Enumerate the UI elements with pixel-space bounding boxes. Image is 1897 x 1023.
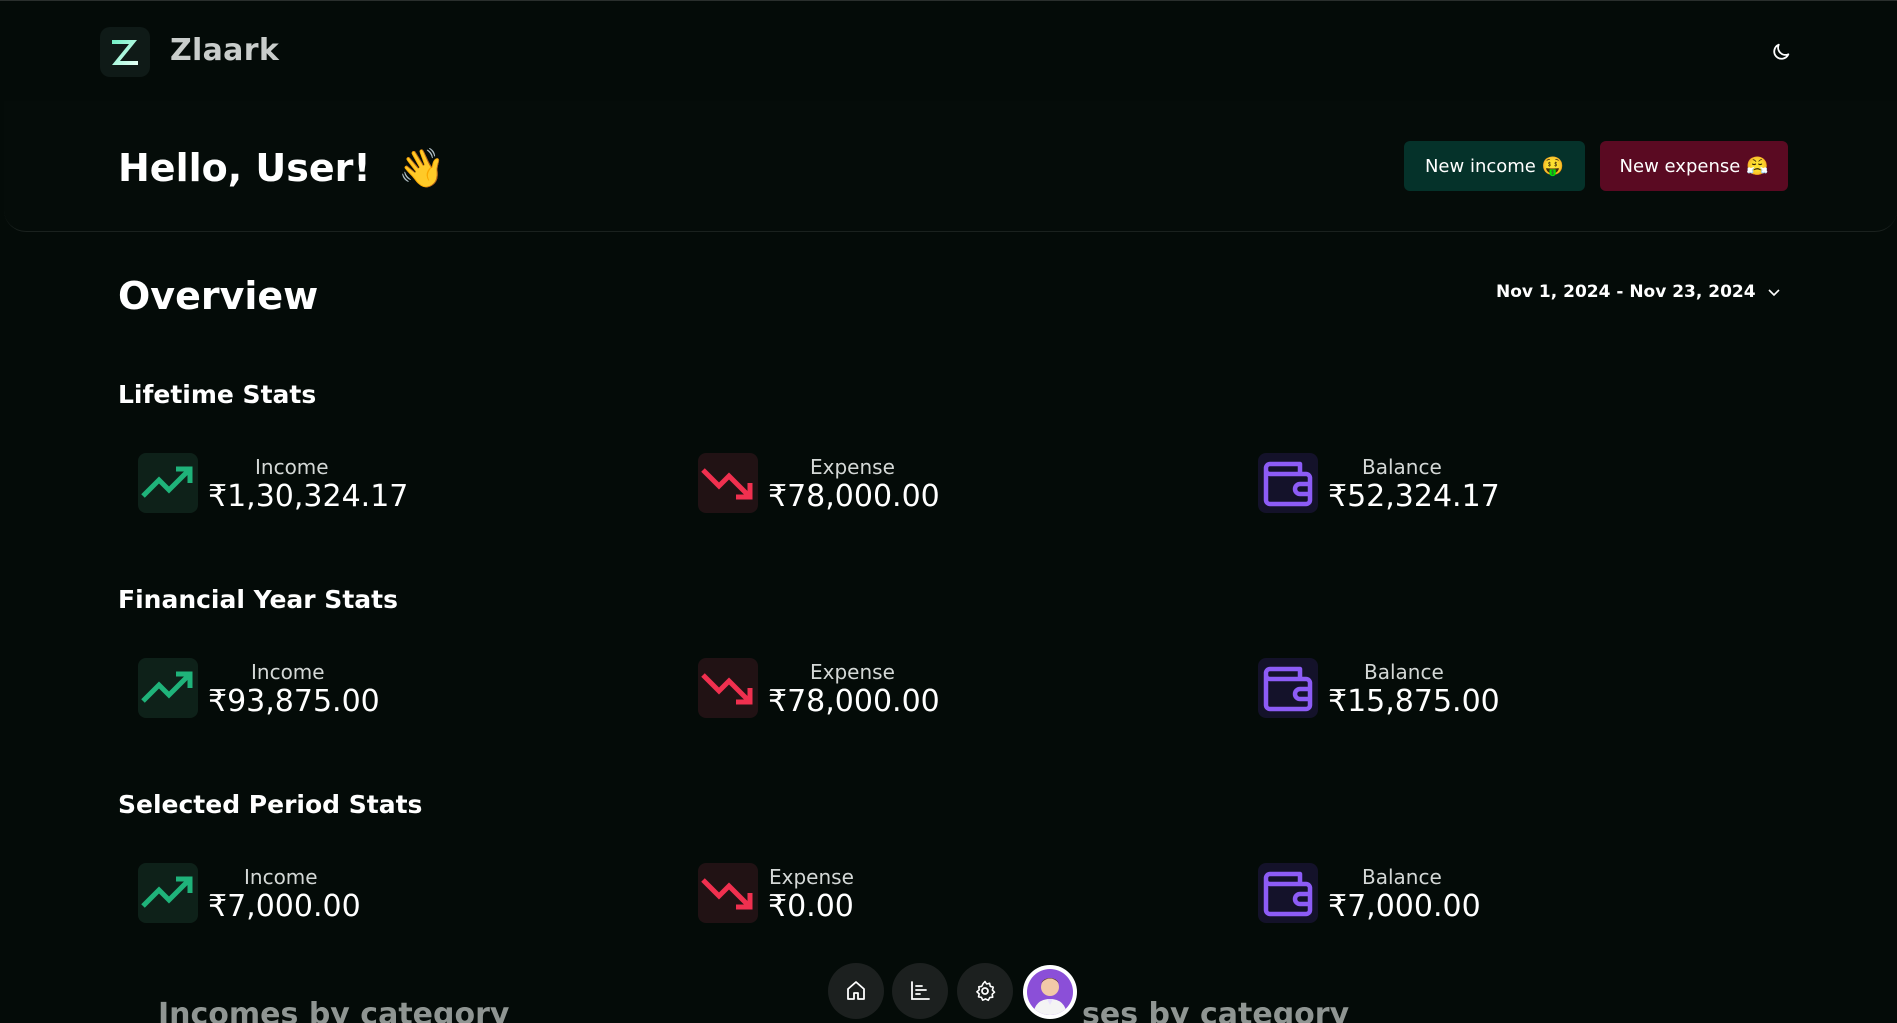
stat-value: ₹93,875.00 (208, 684, 380, 719)
new-expense-button[interactable]: New expense 😤 (1600, 141, 1788, 191)
lifetime-expense-stat: Expense ₹78,000.00 (698, 453, 1018, 517)
stat-label: Expense (810, 660, 895, 684)
stat-value: ₹0.00 (768, 889, 854, 924)
trending-up-icon (138, 453, 198, 513)
stat-label: Expense (769, 865, 854, 889)
home-icon (847, 981, 865, 1000)
financial-year-income-stat: Income ₹93,875.00 (138, 658, 458, 722)
stat-value: ₹15,875.00 (1328, 684, 1500, 719)
stat-value: ₹78,000.00 (768, 479, 940, 514)
theme-toggle-button[interactable] (1766, 37, 1796, 67)
trending-down-icon (698, 863, 758, 923)
greeting-panel: Hello, User! 👋 New income 🤑 New expense … (4, 101, 1897, 232)
greeting-title: Hello, User! 👋 (118, 146, 445, 191)
stat-label: Expense (810, 455, 895, 479)
wallet-icon (1258, 453, 1318, 513)
trending-up-icon (138, 863, 198, 923)
selected-period-balance-stat: Balance ₹7,000.00 (1258, 863, 1578, 927)
user-portrait-icon (1033, 978, 1067, 1015)
date-range-picker[interactable]: Nov 1, 2024 - Nov 23, 2024 (1496, 280, 1782, 304)
lifetime-stats-title: Lifetime Stats (118, 380, 317, 409)
stat-label: Income (251, 660, 325, 684)
gear-icon (976, 980, 996, 1002)
stat-label: Income (244, 865, 318, 889)
avatar[interactable] (1023, 965, 1077, 1019)
trending-down-icon (698, 658, 758, 718)
moon-icon (1773, 43, 1790, 60)
chevron-down-icon (1768, 289, 1780, 297)
financial-year-balance-stat: Balance ₹15,875.00 (1258, 658, 1578, 722)
app-name: Zlaark (170, 33, 280, 68)
wallet-icon (1258, 658, 1318, 718)
stat-value: ₹7,000.00 (1328, 889, 1481, 924)
trending-down-icon (698, 453, 758, 513)
date-range-text: Nov 1, 2024 - Nov 23, 2024 (1496, 282, 1756, 302)
financial-year-stats-title: Financial Year Stats (118, 585, 398, 614)
dock-settings-button[interactable] (957, 963, 1013, 1019)
stat-value: ₹7,000.00 (208, 889, 361, 924)
top-bar: Zlaark (0, 1, 1897, 101)
new-income-button[interactable]: New income 🤑 (1404, 141, 1585, 191)
financial-year-expense-stat: Expense ₹78,000.00 (698, 658, 1018, 722)
expenses-by-category-heading: ses by category (1082, 997, 1350, 1023)
overview-title: Overview (118, 274, 319, 318)
chart-icon (911, 981, 930, 1000)
stat-label: Balance (1362, 865, 1442, 889)
avatar-image (1027, 969, 1073, 1015)
stat-label: Income (255, 455, 329, 479)
stat-value: ₹78,000.00 (768, 684, 940, 719)
stat-value: ₹1,30,324.17 (208, 479, 409, 514)
incomes-by-category-heading: Incomes by category (158, 997, 510, 1023)
logo-z-icon (112, 40, 138, 65)
selected-period-expense-stat: Expense ₹0.00 (698, 863, 1018, 927)
trending-up-icon (138, 658, 198, 718)
stat-value: ₹52,324.17 (1328, 479, 1500, 514)
lifetime-balance-stat: Balance ₹52,324.17 (1258, 453, 1578, 517)
app-logo[interactable] (100, 27, 150, 77)
selected-period-income-stat: Income ₹7,000.00 (138, 863, 458, 927)
selected-period-stats-title: Selected Period Stats (118, 790, 423, 819)
dock-analytics-button[interactable] (892, 963, 948, 1019)
lifetime-income-stat: Income ₹1,30,324.17 (138, 453, 458, 517)
greeting-text: Hello, User! (118, 146, 371, 190)
waving-hand-emoji: 👋 (397, 146, 446, 190)
app-page: Zlaark Hello, User! 👋 New income 🤑 New e… (0, 0, 1897, 1023)
stat-label: Balance (1364, 660, 1444, 684)
stat-label: Balance (1362, 455, 1442, 479)
dock-home-button[interactable] (828, 963, 884, 1019)
wallet-icon (1258, 863, 1318, 923)
